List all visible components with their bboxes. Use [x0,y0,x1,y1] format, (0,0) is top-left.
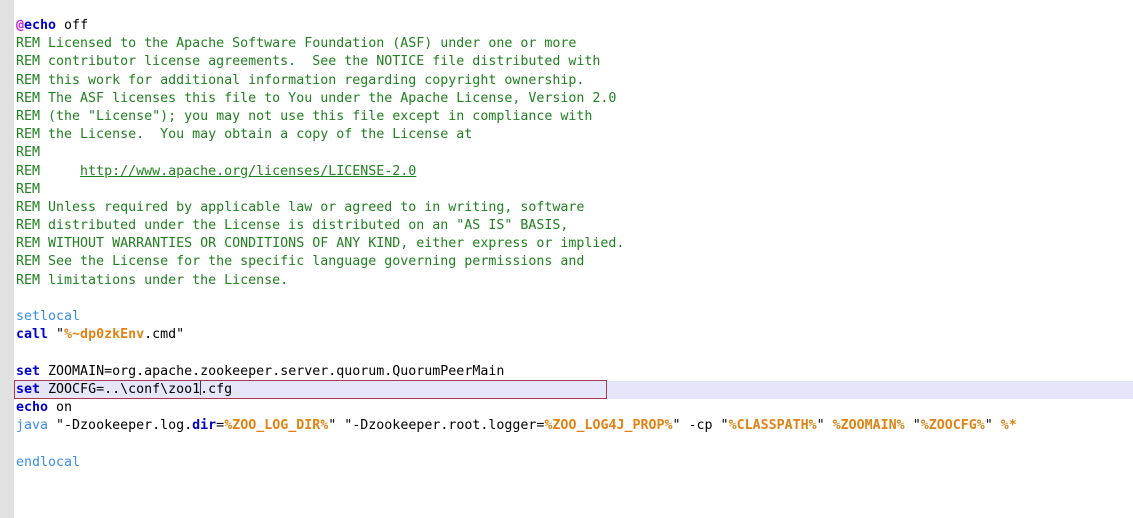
code-line[interactable]: REM [0,181,1133,199]
code-token-plain: .cfg [200,381,233,397]
code-line[interactable]: REM WITHOUT WARRANTIES OR CONDITIONS OF … [0,235,1133,253]
code-line[interactable]: call "%~dp0zkEnv.cmd" [0,326,1133,344]
code-token-kw2: java [16,418,49,434]
code-token-comment: REM [16,163,81,179]
code-token-comment: REM WITHOUT WARRANTIES OR CONDITIONS OF … [16,236,625,252]
code-line[interactable] [0,435,1133,453]
code-token-kw: echo [24,18,57,33]
code-line[interactable]: REM limitations under the License. [0,272,1133,290]
code-line[interactable]: REM See the License for the specific lan… [0,253,1133,271]
code-token-comment: REM [16,181,41,197]
code-token-plain: .cmd" [144,327,185,343]
code-line[interactable]: REM the License. You may obtain a copy o… [0,126,1133,144]
code-token-kw2: setlocal [16,309,81,324]
code-token-kw: echo [16,399,49,415]
code-token-comment: REM this work for additional information… [16,72,585,88]
code-line[interactable] [0,290,1133,308]
code-line[interactable]: echo on [0,399,1133,417]
code-line[interactable]: REM this work for additional information… [0,72,1133,90]
code-token-plain: " [816,418,833,434]
code-token-var: %* [1000,418,1017,434]
code-token-var: %ZOO_LOG4J_PROP% [544,418,673,434]
code-line[interactable]: set ZOOMAIN=org.apache.zookeeper.server.… [0,363,1133,381]
code-line[interactable]: REM contributor license agreements. See … [0,53,1133,71]
code-token-plain: ZOOMAIN=org.apache.zookeeper.server.quor… [40,363,505,379]
code-token-var: %~dp0zkEnv [64,327,145,343]
code-line[interactable]: REM Unless required by applicable law or… [0,199,1133,217]
code-token-prop: dir [192,418,217,434]
code-token-kw: set [16,363,41,379]
code-token-comment: REM See the License for the specific lan… [16,254,585,270]
code-token-plain: = [216,418,225,434]
code-token-plain: " "-Dzookeeper.root.logger= [328,418,545,434]
code-content[interactable]: @echo off REM Licensed to the Apache Soft… [0,0,1133,472]
code-token-var: %ZOO_LOG_DIR% [224,418,329,434]
code-token-var: %ZOOMAIN% [832,418,905,434]
code-line[interactable]: setlocal [0,308,1133,326]
code-token-plain: " [48,327,65,343]
code-link[interactable]: http://www.apache.org/licenses/LICENSE-2… [80,164,416,179]
code-token-plain: " [984,418,1001,434]
code-token-comment: REM the License. You may obtain a copy o… [16,127,473,143]
code-line[interactable]: REM distributed under the License is dis… [0,217,1133,235]
code-token-kw2: endlocal [16,454,81,470]
code-token-plain: off [56,18,89,33]
code-token-comment: REM The ASF licenses this file to You un… [16,90,617,106]
code-token-plain: " -cp " [672,418,729,434]
code-line-active[interactable]: set ZOOCFG=..\conf\zoo1.cfg [0,379,1133,399]
code-line[interactable]: @echo off [0,17,1133,35]
code-token-at: @ [16,18,25,33]
code-token-var: %ZOOCFG% [920,418,985,434]
code-line[interactable]: REM http://www.apache.org/licenses/LICEN… [0,163,1133,181]
code-token-plain: on [48,399,73,415]
code-token-comment: REM (the "License"); you may not use thi… [16,108,593,124]
code-token-plain: " [904,418,921,434]
code-token-comment: REM Licensed to the Apache Software Foun… [16,36,577,52]
code-editor[interactable]: @echo off REM Licensed to the Apache Soft… [0,0,1133,518]
code-line[interactable]: REM Licensed to the Apache Software Foun… [0,35,1133,53]
code-token-comment: REM limitations under the License. [16,272,289,288]
code-token-comment: REM contributor license agreements. See … [16,54,601,70]
code-token-comment: REM distributed under the License is dis… [16,218,569,234]
code-line[interactable]: REM [0,144,1133,162]
code-token-comment: REM Unless required by applicable law or… [16,199,585,215]
code-line[interactable]: java "-Dzookeeper.log.dir=%ZOO_LOG_DIR%"… [0,417,1133,435]
code-token-comment: REM [16,145,41,161]
code-token-var: %CLASSPATH% [728,418,817,434]
code-token-plain: ZOOCFG=..\conf\zoo1 [40,381,201,397]
code-token-plain: "-Dzookeeper.log. [48,418,193,434]
code-token-kw: call [16,327,49,343]
code-line[interactable] [0,344,1133,362]
editor-gutter [0,0,14,518]
code-token-kw: set [16,381,41,397]
code-line[interactable]: REM The ASF licenses this file to You un… [0,90,1133,108]
code-line[interactable]: REM (the "License"); you may not use thi… [0,108,1133,126]
code-line[interactable]: endlocal [0,454,1133,472]
